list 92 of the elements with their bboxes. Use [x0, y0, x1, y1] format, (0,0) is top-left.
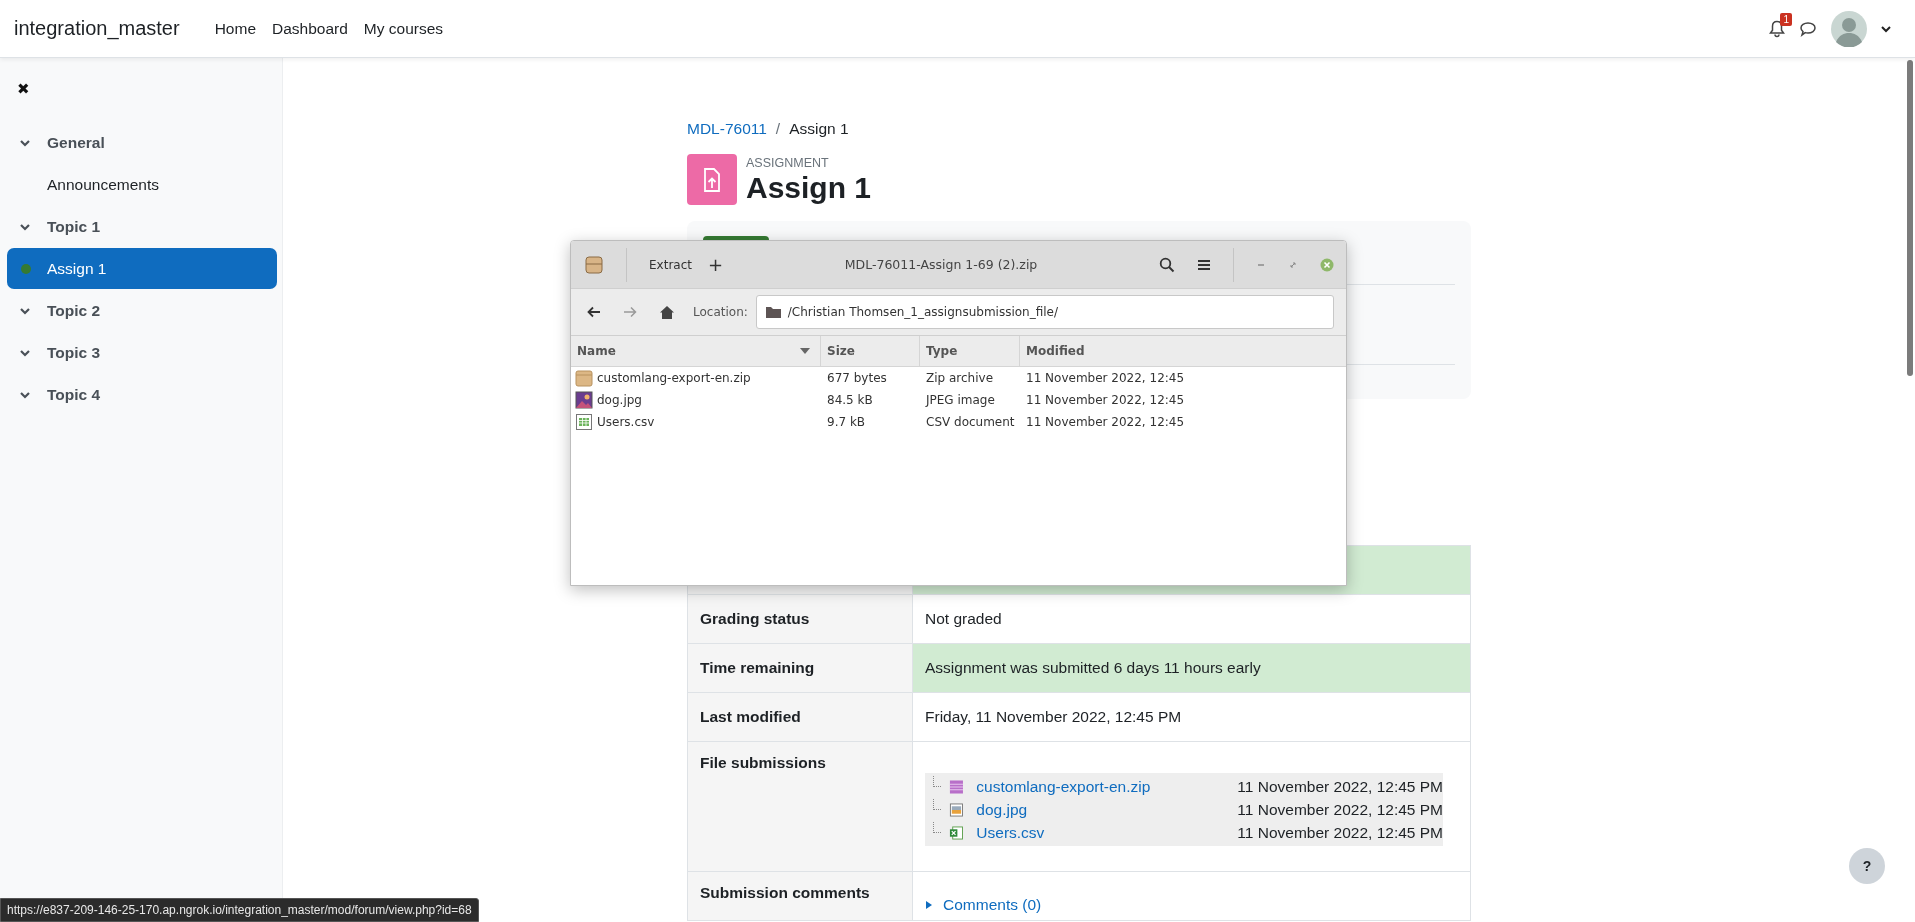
file-date: 11 November 2022, 12:45 PM [1237, 823, 1443, 842]
close-icon[interactable]: ✖ [17, 80, 282, 98]
comments-link[interactable]: Comments (0) [943, 896, 1042, 914]
menu-icon[interactable] [1197, 258, 1211, 271]
file-name: Users.csv [597, 415, 655, 429]
spreadsheet-icon [949, 824, 965, 841]
bell-icon[interactable] [1769, 19, 1785, 38]
restore-icon[interactable] [1288, 259, 1298, 270]
file-type: CSV document [926, 415, 1015, 429]
table-header-cell: Last modified [687, 692, 913, 742]
back-arrow-icon[interactable] [587, 306, 601, 318]
spreadsheet-icon [575, 413, 593, 431]
search-icon[interactable] [1159, 256, 1175, 273]
section-title: Topic 3 [47, 343, 101, 362]
chevron-icon[interactable] [19, 137, 31, 148]
table-header-cell: File submissions [687, 741, 913, 872]
course-index-item[interactable]: Announcements [7, 164, 277, 205]
file-type: Zip archive [926, 371, 994, 385]
add-button[interactable]: + [708, 254, 724, 275]
activity-title: Announcements [47, 175, 160, 194]
file-size: 677 bytes [827, 371, 887, 385]
chevron-icon[interactable] [19, 347, 31, 358]
breadcrumb-separator: / [775, 120, 781, 138]
file-row[interactable]: dog.jpg 84.5 kB JPEG image 11 November 2022, 12:45 [571, 389, 1346, 411]
file-size: 84.5 kB [827, 393, 873, 407]
section-title: Topic 2 [47, 301, 101, 320]
user-avatar[interactable] [1831, 10, 1867, 47]
chevron-icon[interactable] [19, 305, 31, 316]
location-field[interactable]: /Christian Thomsen_1_assignsubmission_file/ [755, 295, 1334, 329]
assignment-icon [687, 154, 737, 205]
file-link[interactable]: customlang-export-en.zip [976, 777, 1230, 796]
window-title: MDL-76011-Assign 1-69 (2).zip [843, 257, 1039, 272]
file-row[interactable]: Users.csv 9.7 kB CSV document 11 November 2022, 12:45 [571, 411, 1346, 433]
table-header-cell: Grading status [687, 594, 913, 644]
file-link[interactable]: Users.csv [976, 823, 1230, 842]
activity-title: Assign 1 [47, 259, 107, 278]
chevron-icon[interactable] [19, 389, 31, 400]
file-type: JPEG image [926, 393, 995, 407]
file-date: 11 November 2022, 12:45 PM [1237, 777, 1443, 796]
box-icon [575, 369, 593, 387]
column-header[interactable]: Type [920, 336, 1020, 366]
site-name[interactable]: integration_master [14, 17, 180, 40]
nav-link[interactable]: Home [214, 19, 256, 38]
folder-icon [764, 305, 782, 319]
file-link[interactable]: dog.jpg [976, 800, 1230, 819]
extract-button[interactable]: Extract [649, 257, 692, 272]
image-file-icon [949, 801, 965, 818]
file-name: dog.jpg [597, 393, 642, 407]
sort-arrow-icon [800, 348, 810, 354]
file-size: 9.7 kB [827, 415, 866, 429]
course-index-item[interactable]: Topic 1 [7, 206, 277, 247]
column-header[interactable]: Name [571, 336, 821, 366]
section-title: General [47, 133, 105, 152]
file-modified: 11 November 2022, 12:45 [1026, 393, 1185, 407]
file-row[interactable]: customlang-export-en.zip 677 bytes Zip archive 11 November 2022, 12:45 [571, 367, 1346, 389]
section-title: Topic 1 [47, 217, 101, 236]
column-header[interactable]: Size [821, 336, 920, 366]
chevron-icon[interactable] [19, 221, 31, 232]
help-button[interactable]: ? [1849, 848, 1885, 884]
course-index-item[interactable]: Topic 3 [7, 332, 277, 373]
column-header[interactable]: Modified [1020, 336, 1346, 366]
table-cell: Assignment was submitted 6 days 11 hours early [912, 643, 1471, 693]
breadcrumb-link[interactable]: MDL-76011 [687, 120, 767, 138]
course-index-item[interactable]: Assign 1 [7, 248, 277, 289]
section-title: Topic 4 [47, 385, 101, 404]
expand-triangle-icon[interactable] [925, 900, 933, 910]
course-index-item[interactable]: Topic 4 [7, 374, 277, 415]
breadcrumb-current: Assign 1 [789, 120, 849, 138]
table-cell: Not graded [912, 594, 1471, 644]
status-url: https://e837-209-146-25-170.ap.ngrok.io/integration_master/mod/forum/view.php?id=68 [0, 898, 479, 922]
notification-count: 1 [1780, 12, 1792, 26]
location-label: Location: [693, 305, 748, 319]
chat-bubble-icon[interactable] [1799, 20, 1817, 37]
nav-link[interactable]: My courses [363, 19, 444, 38]
table-header-cell: Submission comments [687, 871, 913, 921]
home-icon[interactable] [659, 304, 675, 320]
archive-icon [949, 778, 965, 795]
caret-icon[interactable] [1881, 24, 1891, 33]
file-modified: 11 November 2022, 12:45 [1026, 415, 1185, 429]
nav-link[interactable]: Dashboard [272, 19, 348, 38]
file-name: customlang-export-en.zip [597, 371, 751, 385]
archive-box-icon [584, 254, 604, 275]
table-header-cell: Time remaining [687, 643, 913, 693]
file-modified: 11 November 2022, 12:45 [1026, 371, 1185, 385]
activity-type-label: ASSIGNMENT [746, 156, 830, 170]
scrollbar-thumb[interactable] [1907, 60, 1913, 376]
image-file-icon [575, 391, 593, 409]
course-index-item[interactable]: Topic 2 [7, 290, 277, 331]
page-title: Assign 1 [746, 171, 872, 205]
file-date: 11 November 2022, 12:45 PM [1237, 800, 1443, 819]
course-index-item[interactable]: General [7, 122, 277, 163]
table-cell: Friday, 11 November 2022, 12:45 PM [912, 692, 1471, 742]
